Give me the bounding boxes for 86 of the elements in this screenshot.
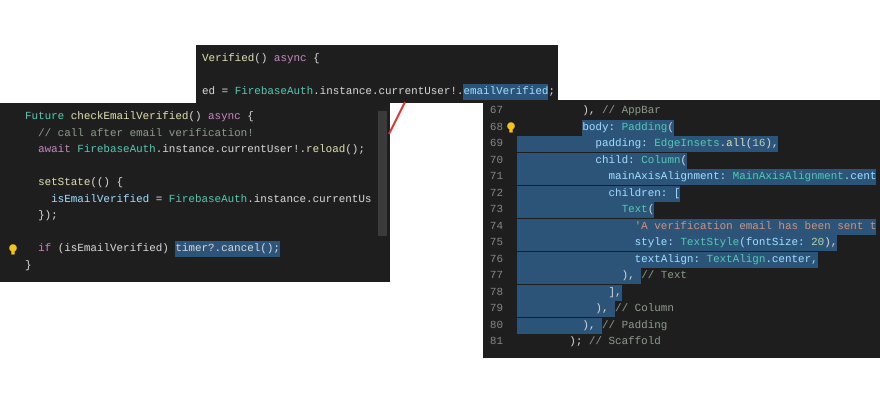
code-text: ; <box>548 85 555 100</box>
selected-code: Padding <box>622 120 668 136</box>
connector-line <box>388 102 406 134</box>
code-text: async <box>208 110 241 126</box>
code-text: checkEmailVerified <box>70 110 188 126</box>
selected-code: ), <box>824 235 838 252</box>
code-text: Future <box>25 110 64 126</box>
code-text: if <box>37 242 52 258</box>
scrollbar[interactable] <box>378 111 387 236</box>
code-text: // call after email verification! <box>37 126 254 142</box>
code-text: // AppBar <box>602 104 661 120</box>
code-text: .instance.currentUser!. <box>313 85 464 100</box>
code-text: Verified <box>202 52 254 68</box>
selected-code: .center, <box>765 252 818 268</box>
lightbulb-icon[interactable] <box>507 122 515 134</box>
selected-code: all <box>726 136 746 152</box>
code-text: } <box>25 258 32 274</box>
selected-code: textAlign: <box>517 252 707 268</box>
code-text: FirebaseAuth <box>234 85 314 100</box>
code-text: await <box>37 143 71 158</box>
code-text: FirebaseAuth <box>76 143 156 158</box>
line-number: 80 <box>488 318 504 334</box>
code-text: ); <box>568 335 584 350</box>
code-text: () <box>188 110 202 126</box>
code-text: (() { <box>90 176 124 192</box>
line-number: 70 <box>488 154 504 169</box>
selected-code: ), <box>517 268 642 284</box>
lightbulb-icon[interactable] <box>8 244 16 255</box>
line-number: 78 <box>488 286 504 301</box>
selected-code: children: [ <box>517 186 680 202</box>
selected-code: body: <box>582 120 622 136</box>
code-text: .instance.currentUser!. <box>156 143 306 158</box>
code-text: { <box>312 52 320 68</box>
code-text: // Scaffold <box>588 335 661 350</box>
line-number: 81 <box>488 335 504 350</box>
code-text: }); <box>37 209 58 224</box>
selected-code: Column <box>641 152 680 169</box>
selected-code: ], <box>517 284 622 301</box>
code-text: isEmailVerified <box>50 192 150 208</box>
selected-code: ), <box>517 301 616 318</box>
selected-code: (fontSize: <box>739 235 812 252</box>
code-text: FirebaseAuth <box>168 192 248 208</box>
code-text: ), <box>581 104 596 120</box>
line-number: 71 <box>488 170 504 186</box>
code-text: async <box>274 52 307 68</box>
line-number: 67 <box>488 104 504 120</box>
selected-code: .cent <box>844 169 876 186</box>
selected-code: ), <box>765 136 778 152</box>
line-number: 74 <box>488 220 504 235</box>
code-text: .instance.currentUs <box>247 192 372 208</box>
line-number: 75 <box>488 236 504 252</box>
code-text: setState <box>37 176 90 192</box>
line-number: 76 <box>488 252 504 268</box>
code-text: () <box>254 52 268 68</box>
selected-code: 20 <box>811 235 824 252</box>
line-number: 73 <box>488 203 504 218</box>
selected-code: 'A verification email has been sent t <box>517 218 876 235</box>
line-number: 77 <box>488 269 504 284</box>
selected-code: emailVerified <box>463 84 548 100</box>
code-text: { <box>246 110 254 126</box>
selected-code: EdgeInsets <box>654 136 720 152</box>
code-text: // Text <box>641 269 687 284</box>
code-text: (isEmailVerified) <box>56 242 170 258</box>
selected-code: Text <box>517 202 648 218</box>
selected-code: timer?.cancel(); <box>175 241 280 258</box>
selected-code: style: <box>517 235 680 252</box>
code-text: reload <box>306 143 346 158</box>
line-number: 72 <box>488 186 504 202</box>
selected-code: ), <box>517 318 602 334</box>
selected-code: child: <box>517 152 642 169</box>
line-number: 79 <box>488 302 504 318</box>
code-text: // Padding <box>602 318 668 334</box>
code-text: ed = <box>202 85 230 100</box>
line-number: 69 <box>488 137 504 152</box>
code-text: (); <box>345 143 365 158</box>
selected-code: mainAxisAlignment: <box>517 169 733 186</box>
code-text: // Column <box>615 302 674 318</box>
selected-code: TextStyle <box>680 235 740 252</box>
line-number: 68 <box>488 120 504 136</box>
selected-code: padding: <box>517 136 654 152</box>
selected-code: ( <box>680 152 687 169</box>
selected-code: MainAxisAlignment <box>732 169 844 186</box>
code-text: = <box>154 192 164 208</box>
selected-code: 16 <box>752 136 766 152</box>
selected-code: TextAlign <box>706 252 766 268</box>
selected-code: ( <box>667 120 674 136</box>
